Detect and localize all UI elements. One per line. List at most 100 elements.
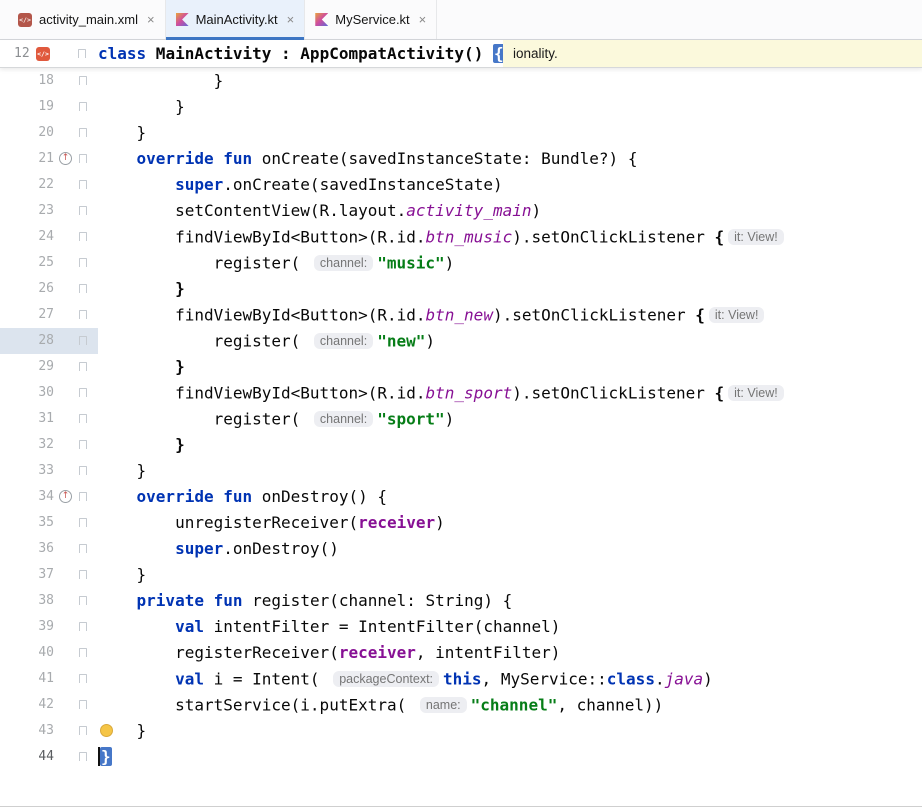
code-text[interactable]: } [98, 276, 922, 302]
gutter[interactable]: 37 [0, 562, 98, 588]
code-text[interactable]: private fun register(channel: String) { [98, 588, 922, 614]
code-text[interactable]: } [98, 354, 922, 380]
gutter[interactable]: 22 [0, 172, 98, 198]
line-number[interactable]: 21 [0, 146, 58, 172]
gutter[interactable]: 41 [0, 666, 98, 692]
line-number[interactable]: 23 [0, 198, 58, 224]
line-number[interactable]: 41 [0, 666, 58, 692]
line-number[interactable]: 20 [0, 120, 58, 146]
tab-activity-main-xml[interactable]: </> activity_main.xml × [8, 0, 166, 39]
fold-marker[interactable] [74, 744, 98, 770]
line-number[interactable]: 28 [0, 328, 58, 354]
code-line[interactable]: 36 super.onDestroy() [0, 536, 922, 562]
code-line[interactable]: 28 register( channel: "new") [0, 328, 922, 354]
line-number[interactable]: 32 [0, 432, 58, 458]
tab-mainactivity-kt[interactable]: MainActivity.kt × [165, 0, 306, 40]
fold-marker[interactable] [74, 458, 98, 484]
line-number[interactable]: 30 [0, 380, 58, 406]
code-text[interactable]: register( channel: "new") [98, 328, 922, 354]
code-line[interactable]: 21 ↑ override fun onCreate(savedInstanceS… [0, 146, 922, 172]
line-number[interactable]: 24 [0, 224, 58, 250]
gutter[interactable]: 27 [0, 302, 98, 328]
code-line[interactable]: 29 } [0, 354, 922, 380]
line-number[interactable]: 42 [0, 692, 58, 718]
gutter[interactable]: 25 [0, 250, 98, 276]
fold-marker[interactable] [74, 94, 98, 120]
fold-marker[interactable] [74, 614, 98, 640]
code-line[interactable]: 19 } [0, 94, 922, 120]
gutter[interactable]: 40 [0, 640, 98, 666]
override-method-icon[interactable]: ↑ [59, 490, 72, 503]
code-line[interactable]: 38 private fun register(channel: String)… [0, 588, 922, 614]
code-line[interactable]: 30 findViewById<Button>(R.id.btn_sport).… [0, 380, 922, 406]
code-line[interactable]: 43 } [0, 718, 922, 744]
code-text[interactable]: super.onDestroy() [98, 536, 922, 562]
fold-marker[interactable] [74, 562, 98, 588]
line-number[interactable]: 34 [0, 484, 58, 510]
fold-marker[interactable] [74, 666, 98, 692]
code-line[interactable]: 44} [0, 744, 922, 770]
sticky-header-line[interactable]: 12 </> class MainActivity : AppCompatAct… [0, 40, 922, 68]
fold-marker[interactable] [74, 692, 98, 718]
gutter[interactable]: 31 [0, 406, 98, 432]
code-line[interactable]: 31 register( channel: "sport") [0, 406, 922, 432]
code-text[interactable]: register( channel: "music") [98, 250, 922, 276]
gutter[interactable]: 36 [0, 536, 98, 562]
code-line[interactable]: 35 unregisterReceiver(receiver) [0, 510, 922, 536]
fold-marker[interactable] [78, 49, 86, 58]
fold-marker[interactable] [74, 640, 98, 666]
code-text[interactable]: } [98, 120, 922, 146]
gutter[interactable]: 21 ↑ [0, 146, 98, 172]
code-text[interactable]: } [98, 432, 922, 458]
code-text[interactable]: val i = Intent( packageContext: this, MyS… [98, 666, 922, 692]
gutter[interactable]: 44 [0, 744, 98, 770]
fold-marker[interactable] [74, 484, 98, 510]
fold-marker[interactable] [74, 68, 98, 94]
line-number[interactable]: 22 [0, 172, 58, 198]
code-line[interactable]: 23 setContentView(R.layout.activity_main… [0, 198, 922, 224]
gutter[interactable]: 39 [0, 614, 98, 640]
code-line[interactable]: 33 } [0, 458, 922, 484]
gutter[interactable]: 23 [0, 198, 98, 224]
fold-marker[interactable] [74, 718, 98, 744]
code-text[interactable]: unregisterReceiver(receiver) [98, 510, 922, 536]
intention-bulb-icon[interactable] [100, 724, 113, 737]
fold-marker[interactable] [74, 354, 98, 380]
code-text[interactable]: startService(i.putExtra( name: "channel",… [98, 692, 922, 718]
fold-marker[interactable] [74, 224, 98, 250]
code-text[interactable]: register( channel: "sport") [98, 406, 922, 432]
gutter[interactable]: 35 [0, 510, 98, 536]
code-line[interactable]: 32 } [0, 432, 922, 458]
code-line[interactable]: 39 val intentFilter = IntentFilter(chann… [0, 614, 922, 640]
line-number[interactable]: 27 [0, 302, 58, 328]
line-number[interactable]: 40 [0, 640, 58, 666]
gutter[interactable]: 34 ↑ [0, 484, 98, 510]
code-text[interactable]: override fun onCreate(savedInstanceState… [98, 146, 922, 172]
gutter[interactable]: 33 [0, 458, 98, 484]
fold-marker[interactable] [74, 328, 98, 354]
code-line[interactable]: 41 val i = Intent( packageContext: this, … [0, 666, 922, 692]
gutter[interactable]: 28 [0, 328, 98, 354]
line-number[interactable]: 43 [0, 718, 58, 744]
code-text[interactable]: super.onCreate(savedInstanceState) [98, 172, 922, 198]
gutter[interactable]: 26 [0, 276, 98, 302]
code-text[interactable]: } [98, 562, 922, 588]
line-number[interactable]: 18 [0, 68, 58, 94]
code-text[interactable]: findViewById<Button>(R.id.btn_sport).set… [98, 380, 922, 406]
code-line[interactable]: 24 findViewById<Button>(R.id.btn_music).… [0, 224, 922, 250]
close-icon[interactable]: × [147, 13, 155, 26]
code-line[interactable]: 34 ↑ override fun onDestroy() { [0, 484, 922, 510]
code-line[interactable]: 18 } [0, 68, 922, 94]
close-icon[interactable]: × [419, 13, 427, 26]
gutter[interactable]: 38 [0, 588, 98, 614]
line-number[interactable]: 19 [0, 94, 58, 120]
line-number[interactable]: 29 [0, 354, 58, 380]
code-text[interactable]: } [98, 68, 922, 94]
code-line[interactable]: 20 } [0, 120, 922, 146]
gutter[interactable]: 24 [0, 224, 98, 250]
line-number[interactable]: 33 [0, 458, 58, 484]
line-number[interactable]: 25 [0, 250, 58, 276]
code-line[interactable]: 40 registerReceiver(receiver, intentFilt… [0, 640, 922, 666]
gutter[interactable]: 43 [0, 718, 98, 744]
gutter[interactable]: 32 [0, 432, 98, 458]
